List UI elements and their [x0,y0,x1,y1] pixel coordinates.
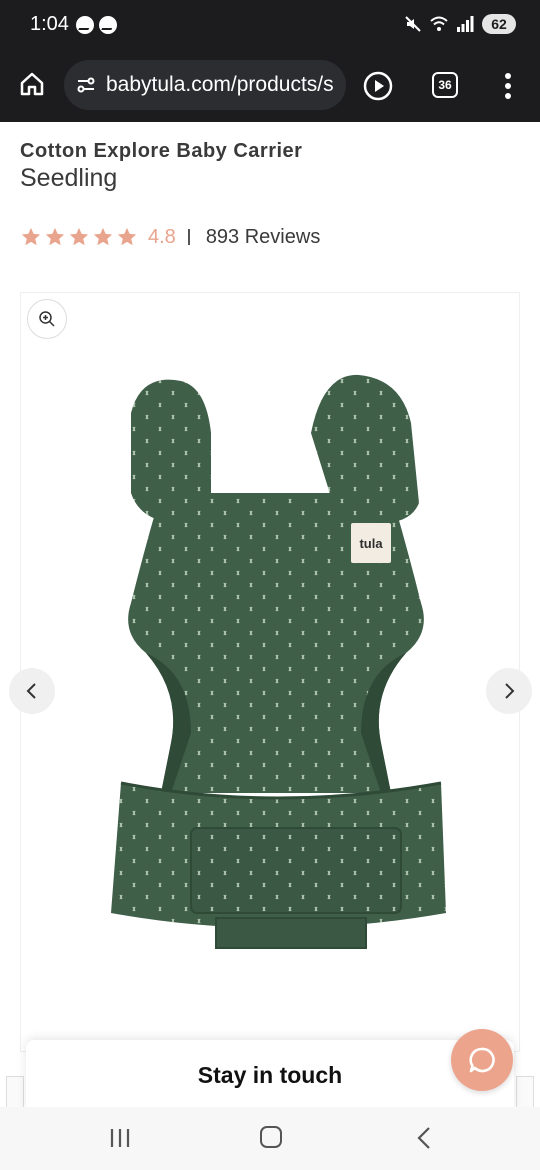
review-count-link[interactable]: 893 Reviews [206,226,321,249]
zoom-button[interactable] [27,299,67,339]
home-nav-icon[interactable] [260,1126,282,1148]
star-rating [20,226,138,248]
messenger-icon [76,16,94,34]
brand-label-text: tula [359,536,383,551]
popup-title: Stay in touch [197,1062,343,1088]
tabs-icon[interactable]: 36 [432,72,458,98]
star-icon [69,227,89,246]
signal-icon [457,16,474,32]
zoom-in-icon [39,311,55,327]
status-bar: 1:04 62 [0,0,540,50]
play-icon[interactable] [362,70,394,102]
stay-in-touch-popup[interactable]: Stay in touch [26,1040,514,1110]
tab-count: 36 [438,78,452,92]
home-icon [20,72,44,96]
chevron-left-icon [26,683,36,699]
status-time: 1:04 [30,13,69,35]
browser-toolbar: babytula.com/products/s 36 [0,50,540,122]
next-image-button[interactable] [486,668,532,714]
previous-image-button[interactable] [9,668,55,714]
site-settings-icon[interactable] [76,75,96,95]
rating-value: 4.8 [148,225,176,248]
mute-icon [405,16,421,32]
star-icon [117,227,137,246]
chevron-right-icon [505,683,515,699]
rating-divider [187,229,190,245]
star-icon [45,227,65,246]
back-icon[interactable] [414,1125,434,1151]
star-icon [93,227,113,246]
system-nav-bar [0,1107,540,1170]
product-gallery[interactable]: tula [9,292,532,1052]
star-icon [21,227,41,246]
product-image: tula [111,374,446,949]
messenger-icon [99,16,117,34]
rating-row[interactable]: 4.8 893 Reviews [20,224,320,250]
product-variant: Seedling [20,164,118,192]
overflow-menu-icon[interactable] [498,70,518,102]
thumbnail-edge-right [516,1076,534,1110]
chat-bubble-icon [469,1047,495,1073]
thumbnail-edge-left [6,1076,24,1110]
url-text[interactable]: babytula.com/products/s [106,73,334,97]
battery-indicator: 62 [482,14,516,34]
status-icons: 62 [404,12,516,36]
wifi-icon [430,16,448,31]
chat-button[interactable] [451,1029,513,1091]
address-bar[interactable]: babytula.com/products/s [64,60,346,110]
home-button[interactable] [14,64,50,104]
product-name: Cotton Explore Baby Carrier [20,140,303,162]
recent-apps-icon[interactable] [108,1127,132,1149]
